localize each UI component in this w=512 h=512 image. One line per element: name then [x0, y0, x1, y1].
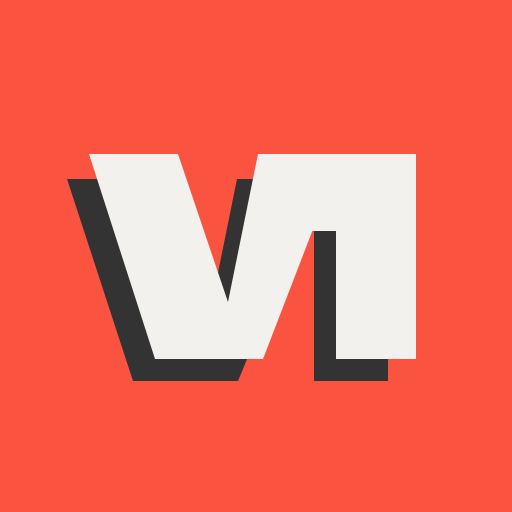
app-icon [0, 0, 512, 512]
v1-logo [0, 0, 512, 512]
